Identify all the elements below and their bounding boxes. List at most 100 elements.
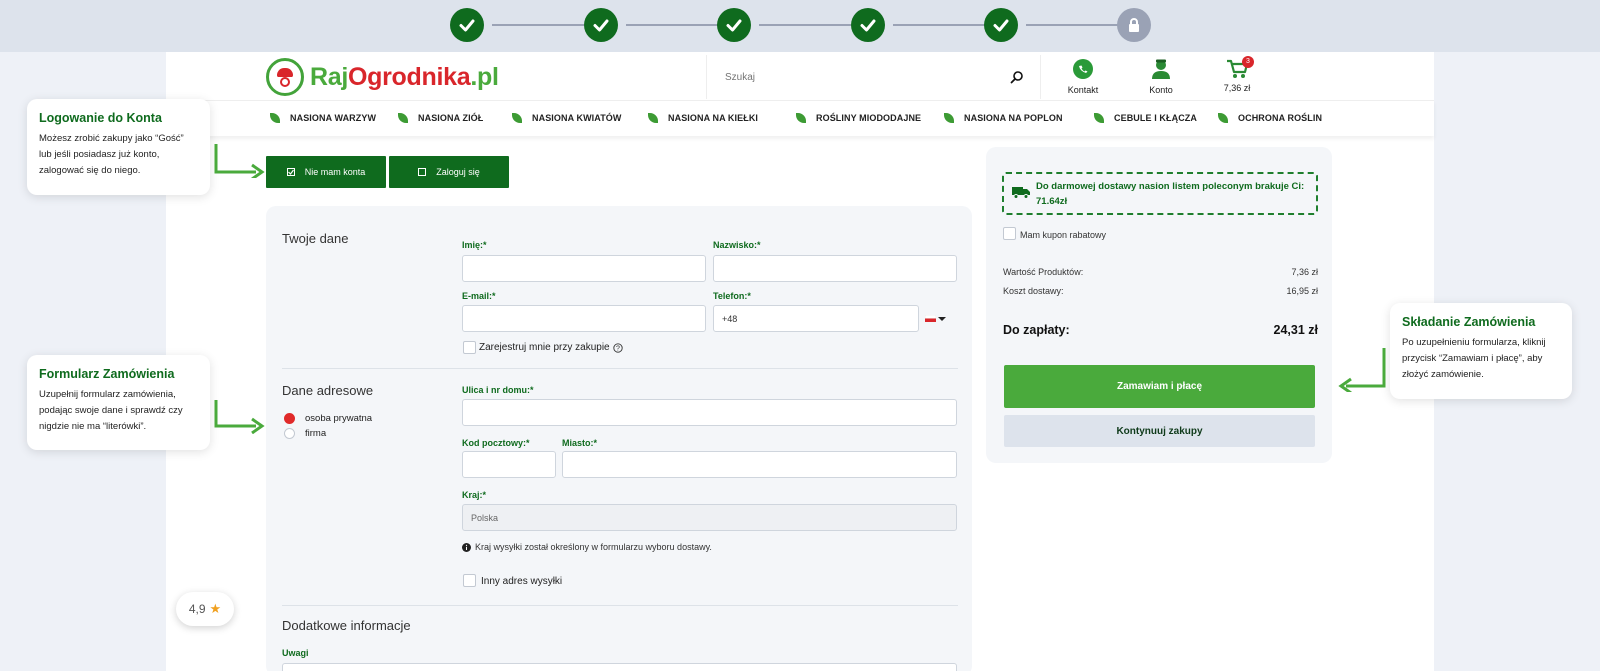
site-logo[interactable]: RajOgrodnika.pl bbox=[266, 58, 499, 96]
shipping-cost-label: Koszt dostawy: bbox=[1003, 286, 1064, 296]
nav-item-herb-seeds[interactable]: NASIONA ZIÓŁ bbox=[398, 101, 483, 135]
your-data-title: Twoje dane bbox=[282, 231, 349, 246]
rating-badge[interactable]: 4,9 ★ bbox=[176, 592, 234, 626]
notes-field[interactable] bbox=[282, 663, 957, 671]
arrow-right-icon bbox=[214, 400, 265, 434]
last-name-label: Nazwisko:* bbox=[713, 240, 761, 250]
email-field[interactable] bbox=[462, 305, 706, 332]
login-label: Zaloguj się bbox=[436, 167, 480, 177]
rating-value: 4,9 bbox=[188, 602, 206, 616]
private-person-radio[interactable] bbox=[284, 413, 295, 424]
private-person-label: osoba prywatna bbox=[305, 413, 373, 424]
tip-form-body: Uzupełnij formularz zamówienia, podając … bbox=[39, 389, 183, 432]
contact-link[interactable]: Kontakt bbox=[1048, 58, 1118, 95]
user-icon bbox=[1152, 59, 1170, 79]
search-bar bbox=[706, 55, 1041, 99]
company-radio[interactable] bbox=[284, 428, 295, 439]
whatsapp-icon bbox=[1073, 59, 1093, 79]
nav-item-vegetable-seeds[interactable]: NASIONA WARZYW bbox=[270, 101, 376, 135]
other-address-checkbox[interactable] bbox=[463, 574, 476, 587]
cart-count-badge: 3 bbox=[1242, 56, 1254, 68]
nav-item-plant-protection[interactable]: OCHRONA ROŚLIN bbox=[1218, 101, 1322, 135]
truck-icon bbox=[1012, 187, 1030, 199]
last-name-field[interactable] bbox=[713, 255, 957, 282]
tip-order-body: Po uzupełnieniu formularza, kliknij przy… bbox=[1402, 337, 1546, 380]
coupon-checkbox[interactable] bbox=[1003, 227, 1016, 240]
poland-flag-icon bbox=[925, 315, 936, 322]
country-code-select[interactable] bbox=[925, 315, 946, 322]
login-tab[interactable]: Zaloguj się bbox=[389, 156, 509, 188]
svg-text:?: ? bbox=[616, 345, 620, 352]
herb-icon bbox=[398, 113, 408, 123]
cover-crop-icon bbox=[944, 113, 954, 123]
nav-item-flower-seeds[interactable]: NASIONA KWIATÓW bbox=[512, 101, 622, 135]
progress-line bbox=[1026, 24, 1118, 26]
sprout-icon bbox=[648, 113, 658, 123]
section-divider bbox=[282, 605, 958, 606]
free-shipping-notice: Do darmowej dostawy nasion listem poleco… bbox=[1002, 172, 1318, 215]
check-icon bbox=[726, 19, 742, 32]
country-note: Kraj wysyłki został określony w formular… bbox=[462, 542, 712, 552]
nav-item-sprout-seeds[interactable]: NASIONA NA KIEŁKI bbox=[648, 101, 758, 135]
total-label: Do zapłaty: bbox=[1003, 323, 1070, 337]
no-account-label: Nie mam konta bbox=[304, 167, 366, 177]
nav-item-honey-plants[interactable]: ROŚLINY MIODODAJNE bbox=[796, 101, 921, 135]
check-icon bbox=[459, 19, 475, 32]
shipping-cost-value: 16,95 zł bbox=[1286, 286, 1318, 296]
notes-label: Uwagi bbox=[282, 648, 309, 658]
tip-login-title: Logowanie do Konta bbox=[39, 111, 162, 125]
honey-plant-icon bbox=[796, 113, 806, 123]
first-name-field[interactable] bbox=[462, 255, 706, 282]
free-shipping-text: Do darmowej dostawy nasion listem poleco… bbox=[1036, 181, 1305, 207]
extra-info-title: Dodatkowe informacje bbox=[282, 618, 411, 633]
phone-prefix: +48 bbox=[722, 313, 738, 324]
place-order-button[interactable]: Zamawiam i płacę bbox=[1004, 365, 1315, 408]
flower-icon bbox=[512, 113, 522, 123]
site-header: RajOgrodnika.pl Kontakt Konto 3 7,36 zł bbox=[166, 52, 1434, 100]
first-name-label: Imię:* bbox=[462, 240, 487, 250]
protection-icon bbox=[1218, 113, 1228, 123]
search-input[interactable] bbox=[725, 71, 995, 83]
progress-line bbox=[759, 24, 851, 26]
account-label: Konto bbox=[1149, 85, 1173, 95]
register-checkbox[interactable] bbox=[463, 341, 476, 354]
city-label: Miasto:* bbox=[562, 438, 598, 448]
logo-badge-icon bbox=[266, 58, 304, 96]
bulb-icon bbox=[1094, 113, 1104, 123]
chevron-down-icon bbox=[938, 316, 946, 321]
help-circle-icon[interactable]: ? bbox=[612, 342, 623, 353]
postcode-label: Kod pocztowy:* bbox=[462, 438, 530, 448]
cart-total: 7,36 zł bbox=[1223, 83, 1251, 93]
tip-order-title: Składanie Zamówienia bbox=[1402, 315, 1536, 329]
street-field[interactable] bbox=[462, 399, 957, 426]
continue-shopping-button[interactable]: Kontynuuj zakupy bbox=[1004, 415, 1315, 447]
nav-item-bulbs[interactable]: CEBULE I KŁĄCZA bbox=[1094, 101, 1197, 135]
nav-item-cover-crop-seeds[interactable]: NASIONA NA POPLON bbox=[944, 101, 1063, 135]
tip-login-body: Możesz zrobić zakupy jako “Gość” lub jeś… bbox=[39, 133, 184, 176]
checkbox-checked-icon bbox=[286, 168, 295, 176]
checkbox-icon bbox=[418, 168, 427, 176]
leaf-icon bbox=[270, 113, 280, 123]
progress-line bbox=[893, 24, 985, 26]
search-icon[interactable] bbox=[1010, 70, 1024, 84]
progress-line bbox=[626, 24, 718, 26]
products-value-label: Wartość Produktów: bbox=[1003, 267, 1084, 277]
other-address-label: Inny adres wysyłki bbox=[481, 576, 563, 587]
country-value: Polska bbox=[471, 512, 499, 523]
phone-field[interactable]: +48 bbox=[713, 305, 919, 332]
email-label: E-mail:* bbox=[462, 291, 496, 301]
company-label: firma bbox=[305, 428, 327, 439]
cart-link[interactable]: 3 7,36 zł bbox=[1202, 56, 1272, 93]
no-account-tab[interactable]: Nie mam konta bbox=[266, 156, 386, 188]
contact-label: Kontakt bbox=[1067, 85, 1099, 95]
info-icon bbox=[462, 542, 471, 552]
progress-step-6 bbox=[1117, 8, 1151, 42]
section-divider bbox=[282, 368, 958, 369]
postcode-field[interactable] bbox=[462, 451, 556, 478]
account-link[interactable]: Konto bbox=[1126, 58, 1196, 95]
arrow-left-icon bbox=[1338, 348, 1386, 392]
phone-label: Telefon:* bbox=[713, 291, 751, 301]
category-nav: NASIONA WARZYW NASIONA ZIÓŁ NASIONA KWIA… bbox=[166, 100, 1434, 136]
city-field[interactable] bbox=[562, 451, 957, 478]
tip-order: Składanie Zamówienia Po uzupełnieniu for… bbox=[1390, 303, 1572, 399]
